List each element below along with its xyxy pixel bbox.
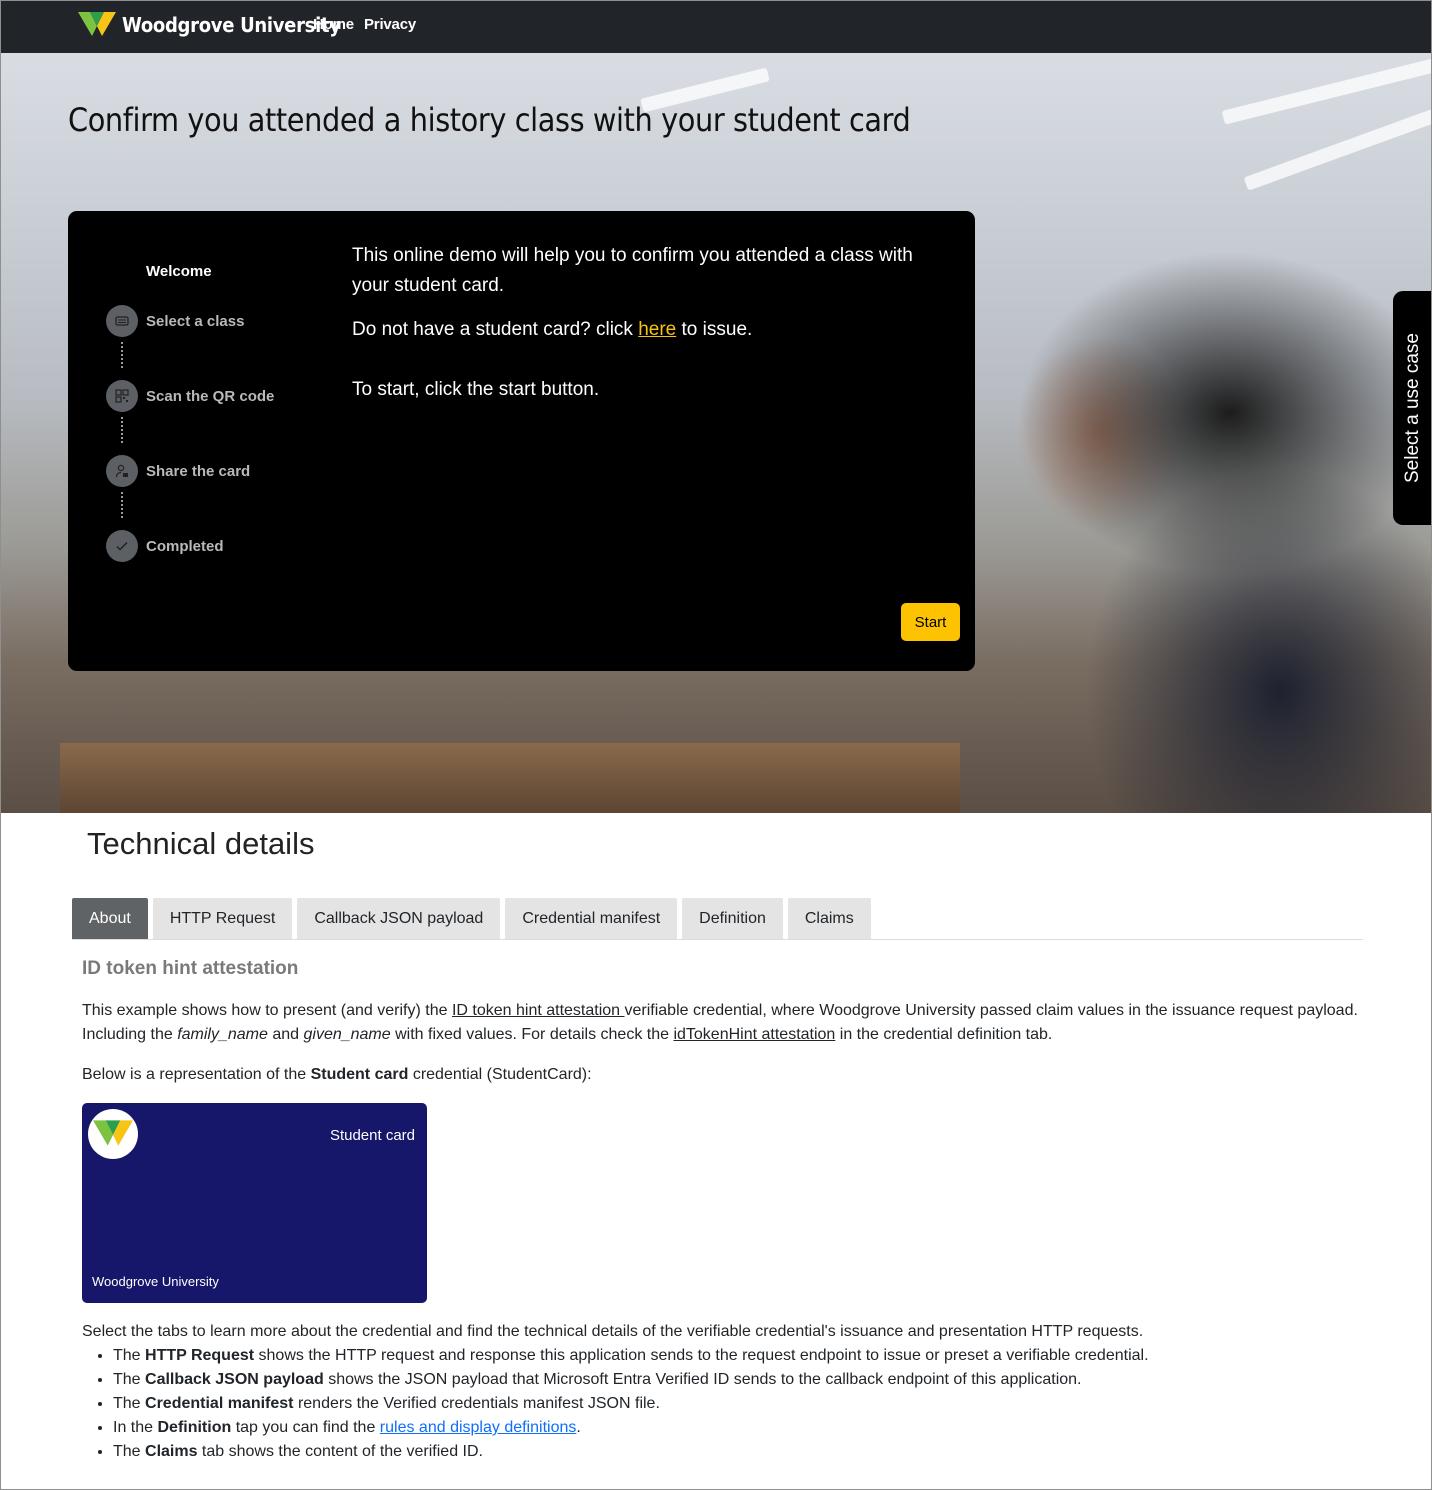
text-fragment: The — [113, 1443, 146, 1460]
step-connector — [121, 342, 123, 368]
about-panel: ID token hint attestation This example s… — [82, 958, 1362, 1103]
step-label: Select a class — [146, 312, 245, 330]
start-hint: To start, click the start button. — [352, 379, 600, 400]
bullet-term: HTTP Request — [145, 1347, 255, 1364]
list-item: The HTTP Request shows the HTTP request … — [113, 1344, 1362, 1368]
check-icon — [106, 530, 138, 562]
about-description: This example shows how to present (and v… — [82, 999, 1362, 1047]
card-title: Student card — [329, 1127, 415, 1144]
wizard-intro: This online demo will help you to confir… — [352, 245, 913, 296]
text-fragment: renders the Verified credentials manifes… — [293, 1395, 660, 1412]
list-item: The Callback JSON payload shows the JSON… — [113, 1368, 1362, 1392]
woodgrove-logo-icon — [93, 1120, 133, 1146]
step-label: Scan the QR code — [146, 387, 275, 405]
student-card-preview: Student card Woodgrove University — [82, 1103, 427, 1303]
tab-credential-manifest[interactable]: Credential manifest — [505, 898, 678, 940]
no-card-suffix: to issue. — [676, 319, 753, 340]
text-fragment: In the — [113, 1419, 158, 1436]
tab-callback-json-payload[interactable]: Callback JSON payload — [297, 898, 501, 940]
tab-http-request[interactable]: HTTP Request — [152, 898, 293, 940]
text-fragment: credential (StudentCard): — [408, 1066, 592, 1083]
rules-display-definitions-link[interactable]: rules and display definitions — [380, 1419, 577, 1436]
step-select-class: Select a class — [106, 305, 244, 337]
list-item: The Claims tab shows the content of the … — [113, 1440, 1362, 1464]
text-fragment: . — [576, 1419, 581, 1436]
technical-details-title: Technical details — [87, 826, 315, 861]
step-connector — [121, 417, 123, 443]
bullet-term: Callback JSON payload — [145, 1371, 324, 1388]
text-fragment: This example shows how to present (and v… — [82, 1002, 452, 1019]
text-fragment: tab shows the content of the verified ID… — [197, 1443, 483, 1460]
nav-home-link[interactable]: Home — [313, 16, 354, 33]
select-use-case-label: Select a use case — [1401, 333, 1423, 483]
step-share-card: Share the card — [106, 455, 250, 487]
text-fragment: shows the HTTP request and response this… — [254, 1347, 1149, 1364]
brand-link[interactable]: Woodgrove University — [78, 12, 341, 38]
ceiling-light — [1221, 55, 1432, 125]
issue-card-link[interactable]: here — [638, 319, 676, 340]
step-scan-qr: Scan the QR code — [106, 380, 274, 412]
id-token-hint-link[interactable]: ID token hint attestation — [452, 1002, 625, 1019]
text-fragment: with fixed values. For details check the — [390, 1026, 674, 1043]
family-name-term: family_name — [177, 1026, 268, 1043]
step-connector — [121, 492, 123, 518]
wizard-panel: Welcome Select a class Scan the QR code — [68, 211, 975, 671]
select-use-case-tab[interactable]: Select a use case — [1393, 291, 1432, 525]
ceiling-light — [1243, 109, 1432, 191]
tab-definition[interactable]: Definition — [682, 898, 783, 940]
text-fragment: Below is a representation of the — [82, 1066, 311, 1083]
tabs-bullet-list: The HTTP Request shows the HTTP request … — [113, 1344, 1362, 1464]
start-button[interactable]: Start — [901, 603, 960, 641]
hero-section: Confirm you attended a history class wit… — [0, 53, 1432, 813]
nav-privacy-link[interactable]: Privacy — [364, 16, 416, 33]
tabs-explanation: Select the tabs to learn more about the … — [82, 1320, 1362, 1464]
text-fragment: in the credential definition tab. — [835, 1026, 1053, 1043]
no-card-text: Do not have a student card? click here t… — [352, 315, 942, 345]
technical-tabs: About HTTP Request Callback JSON payload… — [72, 898, 871, 940]
step-completed: Completed — [106, 530, 224, 562]
tab-claims[interactable]: Claims — [787, 898, 871, 940]
tabs-intro: Select the tabs to learn more about the … — [82, 1323, 1144, 1340]
text-fragment: shows the JSON payload that Microsoft En… — [323, 1371, 1082, 1388]
bullet-term: Definition — [157, 1419, 232, 1436]
step-welcome-marker — [106, 255, 138, 287]
step-label: Welcome — [146, 262, 212, 280]
bullet-term: Credential manifest — [145, 1395, 294, 1412]
text-fragment: The — [113, 1347, 146, 1364]
card-issuer: Woodgrove University — [92, 1274, 219, 1289]
given-name-term: given_name — [303, 1026, 391, 1043]
tabs-divider — [72, 939, 1363, 940]
bullet-term: Claims — [145, 1443, 198, 1460]
hero-desk-background — [60, 743, 960, 813]
text-fragment: tap you can find the — [231, 1419, 380, 1436]
about-heading: ID token hint attestation — [82, 958, 299, 979]
step-label: Completed — [146, 537, 224, 555]
brand-name: Woodgrove University — [122, 13, 341, 37]
user-share-icon — [106, 455, 138, 487]
step-label: Share the card — [146, 462, 251, 480]
id-token-hint-attestation-link[interactable]: idTokenHint attestation — [673, 1026, 835, 1043]
card-logo — [88, 1109, 138, 1159]
qr-code-icon — [106, 380, 138, 412]
text-fragment: The — [113, 1395, 146, 1412]
list-item: The Credential manifest renders the Veri… — [113, 1392, 1362, 1416]
text-fragment: and — [267, 1026, 304, 1043]
page-title: Confirm you attended a history class wit… — [68, 101, 911, 139]
tab-about[interactable]: About — [72, 898, 148, 940]
wizard-content: This online demo will help you to confir… — [352, 241, 942, 419]
card-representation-text: Below is a representation of the Student… — [82, 1063, 1362, 1087]
text-fragment: The — [113, 1371, 146, 1388]
woodgrove-logo-icon — [78, 12, 116, 36]
list-icon — [106, 305, 138, 337]
list-item: In the Definition tap you can find the r… — [113, 1416, 1362, 1440]
top-navbar: Woodgrove University Home Privacy — [0, 0, 1432, 53]
no-card-prefix: Do not have a student card? click — [352, 319, 639, 340]
step-welcome: Welcome — [106, 255, 212, 287]
student-card-term: Student card — [310, 1066, 409, 1083]
